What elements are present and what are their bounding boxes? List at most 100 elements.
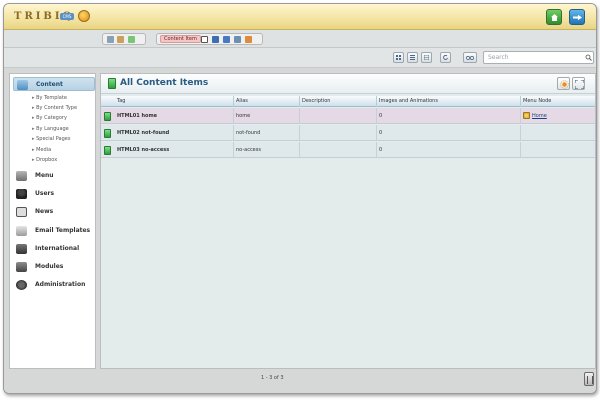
- sidebar: Content By Template By Content Type By C…: [9, 73, 96, 369]
- administration-icon: [16, 280, 27, 290]
- cell-images: 0: [377, 142, 521, 158]
- cell-alias: not-found: [234, 125, 300, 141]
- content-item-icon: [104, 112, 111, 121]
- table-row[interactable]: HTML02 not-found not-found 0: [101, 125, 595, 141]
- cell-menu-node: Home: [521, 108, 596, 124]
- refresh-icon: [443, 55, 448, 60]
- column-header-description[interactable]: Description: [300, 96, 377, 107]
- sidebar-item-administration[interactable]: Administration: [13, 278, 95, 292]
- expand-icon: [575, 80, 584, 89]
- document-icon[interactable]: [128, 36, 135, 43]
- cell-tag: HTML03 no-access: [115, 142, 234, 158]
- preview-button[interactable]: [463, 52, 477, 63]
- cell-images: 0: [377, 125, 521, 141]
- sidebar-item-users[interactable]: Users: [13, 187, 95, 201]
- sidebar-subitem-media[interactable]: Media: [32, 147, 51, 153]
- users-icon: [16, 189, 27, 199]
- logout-button[interactable]: [569, 9, 585, 25]
- grid-view-icon: [396, 55, 401, 60]
- app-window: TRIBIQ CMS Content Item Search Content ▸…: [3, 3, 597, 394]
- sidebar-item-content[interactable]: Content: [13, 77, 95, 91]
- top-bar: TRIBIQ CMS: [4, 4, 596, 30]
- content-item-icon: [104, 146, 111, 155]
- toolbar-group-2: Content Item: [156, 33, 263, 45]
- sidebar-item-label: International: [35, 245, 80, 252]
- international-icon: [16, 244, 27, 254]
- table-view-icon: [424, 55, 429, 60]
- email-templates-icon: [16, 226, 27, 236]
- cell-menu-node: [521, 142, 596, 158]
- column-header-menu-node[interactable]: Menu Node: [521, 96, 596, 107]
- sidebar-subitem-by-category[interactable]: By Category: [32, 115, 67, 121]
- column-header-images[interactable]: Images and Animations: [377, 96, 521, 107]
- sidebar-item-menu[interactable]: Menu: [13, 169, 95, 183]
- action-toolbar: Content Item: [4, 30, 596, 48]
- sidebar-item-label: Menu: [35, 172, 54, 179]
- cell-alias: home: [234, 108, 300, 124]
- sidebar-item-modules[interactable]: Modules: [13, 260, 95, 274]
- news-icon: [16, 207, 27, 217]
- sidebar-subitem-by-content-type[interactable]: By Content Type: [32, 105, 77, 111]
- search-icon[interactable]: [585, 54, 592, 61]
- page-title: All Content Items: [120, 78, 209, 88]
- logo-badge: CMS: [60, 13, 74, 20]
- content-panel: All Content Items Tag Alias Description …: [100, 73, 596, 369]
- glasses-icon: [466, 56, 474, 60]
- content-item-chip[interactable]: Content Item: [160, 35, 201, 43]
- logo-emblem-icon: [78, 10, 90, 22]
- column-header-alias[interactable]: Alias: [234, 96, 300, 107]
- sidebar-subitem-special-pages[interactable]: Special Pages: [32, 136, 70, 142]
- table-row[interactable]: HTML01 home home 0 Home: [101, 108, 595, 124]
- fullscreen-button[interactable]: [572, 77, 585, 90]
- sun-settings-icon: [560, 80, 569, 89]
- cell-alias: no-access: [234, 142, 300, 158]
- content-item-icon: [104, 129, 111, 138]
- table-view-button[interactable]: [421, 52, 432, 63]
- view-toolbar: Search: [4, 48, 596, 68]
- cell-images: 0: [377, 108, 521, 124]
- document-icon: [108, 78, 116, 89]
- modules-icon: [16, 262, 27, 272]
- settings-button[interactable]: [557, 77, 570, 90]
- sidebar-item-international[interactable]: International: [13, 242, 95, 256]
- lock-icon[interactable]: [245, 36, 252, 43]
- cell-menu-node: [521, 125, 596, 141]
- menu-node-icon: [523, 112, 530, 119]
- text-cursor-icon[interactable]: [201, 36, 208, 43]
- cell-description: [300, 125, 377, 141]
- content-icon: [17, 80, 28, 90]
- search-input[interactable]: Search: [483, 51, 594, 64]
- footer-bar: 1 - 3 of 3: [4, 371, 596, 393]
- column-header-tag[interactable]: Tag: [115, 96, 234, 107]
- list-view-button[interactable]: [407, 52, 418, 63]
- toolbar-group-1: [102, 33, 146, 45]
- link-icon[interactable]: [212, 36, 219, 43]
- sidebar-subitem-by-language[interactable]: By Language: [32, 126, 69, 132]
- sidebar-item-label: Content: [36, 81, 63, 88]
- sidebar-item-label: Administration: [35, 281, 86, 288]
- cell-tag: HTML02 not-found: [115, 125, 234, 141]
- list-view-icon: [410, 55, 415, 60]
- trash-button[interactable]: [584, 372, 594, 386]
- cell-description: [300, 142, 377, 158]
- refresh-button[interactable]: [440, 52, 451, 63]
- cell-description: [300, 108, 377, 124]
- panel-header: All Content Items: [101, 74, 595, 94]
- sidebar-item-label: News: [35, 208, 54, 215]
- copy-icon[interactable]: [107, 36, 114, 43]
- image-icon[interactable]: [223, 36, 230, 43]
- settings-icon[interactable]: [117, 36, 124, 43]
- menu-icon: [16, 171, 27, 181]
- table-row[interactable]: HTML03 no-access no-access 0: [101, 142, 595, 158]
- home-button[interactable]: [546, 9, 562, 25]
- sidebar-item-news[interactable]: News: [13, 205, 95, 219]
- sidebar-item-label: Users: [35, 190, 55, 197]
- sidebar-subitem-dropbox[interactable]: Dropbox: [32, 157, 57, 163]
- gear-icon[interactable]: [234, 36, 241, 43]
- sidebar-item-label: Email Templates: [35, 227, 91, 234]
- sidebar-item-email-templates[interactable]: Email Templates: [13, 224, 95, 238]
- menu-node-link[interactable]: Home: [532, 113, 547, 119]
- table-header: Tag Alias Description Images and Animati…: [101, 96, 595, 107]
- sidebar-subitem-by-template[interactable]: By Template: [32, 95, 67, 101]
- thumbnail-view-button[interactable]: [393, 52, 404, 63]
